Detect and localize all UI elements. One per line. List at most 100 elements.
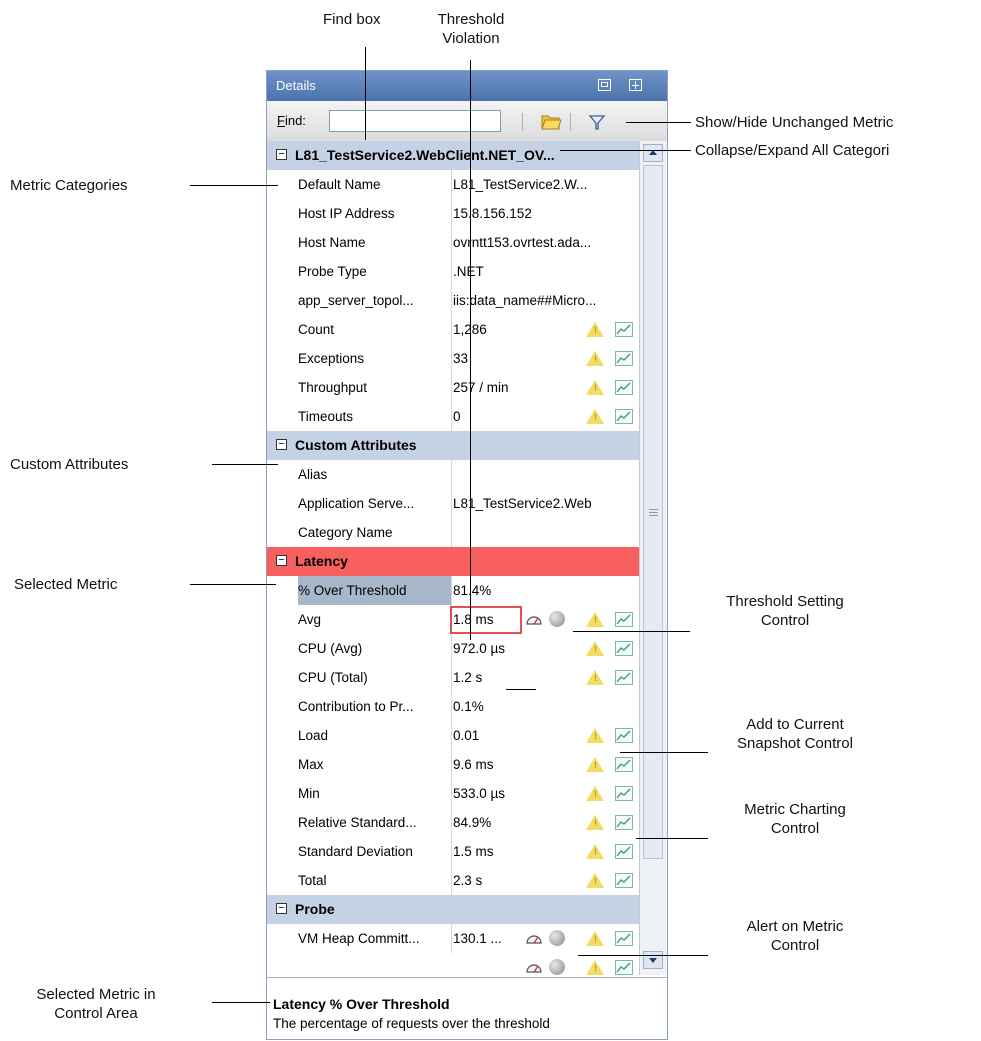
category-header[interactable]: − Probe: [267, 895, 639, 924]
pin-icon[interactable]: [629, 79, 642, 91]
metric-chart-icon[interactable]: [615, 873, 633, 888]
collapse-toggle-icon[interactable]: −: [276, 149, 287, 160]
metric-chart-icon[interactable]: [615, 380, 633, 395]
metric-row[interactable]: Probe Type .NET: [267, 257, 639, 286]
add-to-snapshot-icon[interactable]: !: [586, 380, 604, 395]
metric-row[interactable]: Standard Deviation 1.5 ms!: [267, 837, 639, 866]
collapse-toggle-icon[interactable]: −: [276, 439, 287, 450]
metric-row[interactable]: Category Name: [267, 518, 639, 547]
metric-value: 15.8.156.152: [453, 206, 532, 221]
vertical-scrollbar[interactable]: [639, 141, 667, 975]
metric-row[interactable]: Timeouts 0!: [267, 402, 639, 431]
add-to-snapshot-icon[interactable]: !: [586, 844, 604, 859]
callout-line: [212, 1002, 270, 1003]
metric-chart-icon[interactable]: [615, 641, 633, 656]
alert-on-metric-icon[interactable]: [549, 930, 565, 946]
add-to-snapshot-icon[interactable]: !: [586, 612, 604, 627]
metric-chart-icon[interactable]: [615, 960, 633, 975]
scroll-thumb[interactable]: [643, 165, 663, 859]
column-divider: [451, 460, 452, 489]
metric-row[interactable]: Avg 1.8 ms!: [267, 605, 639, 634]
metric-row[interactable]: Load 0.01!: [267, 721, 639, 750]
threshold-setting-icon[interactable]: [525, 932, 543, 944]
column-divider: [451, 837, 452, 866]
metric-row[interactable]: Host Name ovrntt153.ovrtest.ada...: [267, 228, 639, 257]
scroll-down-button[interactable]: [643, 951, 663, 969]
add-to-snapshot-icon[interactable]: !: [586, 786, 604, 801]
category-header[interactable]: − Custom Attributes: [267, 431, 639, 460]
category-header[interactable]: − Latency: [267, 547, 639, 576]
metric-row[interactable]: Application Serve... L81_TestService2.Web: [267, 489, 639, 518]
collapse-expand-all-icon[interactable]: [540, 111, 562, 131]
metric-row[interactable]: Contribution to Pr... 0.1%: [267, 692, 639, 721]
category-header[interactable]: − L81_TestService2.WebClient.NET_OV...: [267, 141, 639, 170]
metric-chart-icon[interactable]: [615, 786, 633, 801]
find-input[interactable]: [329, 110, 501, 132]
maximize-icon[interactable]: [598, 79, 611, 91]
metric-row[interactable]: % Over Threshold 81.4%: [267, 576, 639, 605]
metric-row[interactable]: CPU (Total) 1.2 s!: [267, 663, 639, 692]
scroll-up-button[interactable]: [643, 144, 663, 162]
add-to-snapshot-icon[interactable]: !: [586, 409, 604, 424]
collapse-toggle-icon[interactable]: −: [276, 903, 287, 914]
metric-name: Probe Type: [298, 264, 367, 279]
metric-row[interactable]: Count 1,286!: [267, 315, 639, 344]
metric-chart-icon[interactable]: [615, 351, 633, 366]
metric-row[interactable]: Total 2.3 s!: [267, 866, 639, 895]
metric-row[interactable]: Relative Standard... 84.9%!: [267, 808, 639, 837]
metric-name: Host Name: [298, 235, 366, 250]
filter-icon[interactable]: [588, 113, 606, 131]
column-divider: [451, 779, 452, 808]
metric-name: Throughput: [298, 380, 368, 395]
add-to-snapshot-icon[interactable]: !: [586, 960, 604, 975]
add-to-snapshot-icon[interactable]: !: [586, 873, 604, 888]
collapse-toggle-icon[interactable]: −: [276, 555, 287, 566]
add-to-snapshot-icon[interactable]: !: [586, 351, 604, 366]
metric-row[interactable]: Exceptions 33!: [267, 344, 639, 373]
metric-row[interactable]: Default Name L81_TestService2.W...: [267, 170, 639, 199]
metric-name: Max: [298, 757, 324, 772]
metric-chart-icon[interactable]: [615, 612, 633, 627]
add-to-snapshot-icon[interactable]: !: [586, 815, 604, 830]
callout-line: [190, 584, 276, 585]
metric-chart-icon[interactable]: [615, 757, 633, 772]
add-to-snapshot-icon[interactable]: !: [586, 728, 604, 743]
metric-row[interactable]: !: [267, 953, 639, 975]
metric-value: 2.3 s: [453, 873, 483, 888]
metric-chart-icon[interactable]: [615, 670, 633, 685]
metric-name: Exceptions: [298, 351, 365, 366]
metric-row[interactable]: Host IP Address 15.8.156.152: [267, 199, 639, 228]
metric-row[interactable]: CPU (Avg) 972.0 µs!: [267, 634, 639, 663]
add-to-snapshot-icon[interactable]: !: [586, 931, 604, 946]
column-divider: [451, 315, 452, 344]
metric-chart-icon[interactable]: [615, 728, 633, 743]
toolbar-separator: [570, 113, 571, 131]
metric-value: .NET: [453, 264, 484, 279]
callout-line: [620, 752, 708, 753]
metric-row[interactable]: Min 533.0 µs!: [267, 779, 639, 808]
metric-row[interactable]: app_server_topol... iis:data_name##Micro.…: [267, 286, 639, 315]
metric-row[interactable]: VM Heap Committ... 130.1 ...!: [267, 924, 639, 953]
add-to-snapshot-icon[interactable]: !: [586, 670, 604, 685]
metric-row[interactable]: Max 9.6 ms!: [267, 750, 639, 779]
metric-chart-icon[interactable]: [615, 931, 633, 946]
alert-on-metric-icon[interactable]: [549, 959, 565, 975]
threshold-setting-icon[interactable]: [525, 961, 543, 973]
metric-value: 257 / min: [453, 380, 509, 395]
metric-row[interactable]: Throughput 257 / min!: [267, 373, 639, 402]
metric-chart-icon[interactable]: [615, 844, 633, 859]
metric-name: app_server_topol...: [298, 293, 414, 308]
metric-value: 972.0 µs: [453, 641, 506, 656]
metric-chart-icon[interactable]: [615, 815, 633, 830]
metric-chart-icon[interactable]: [615, 409, 633, 424]
column-divider: [451, 576, 452, 605]
add-to-snapshot-icon[interactable]: !: [586, 322, 604, 337]
metric-value: ovrntt153.ovrtest.ada...: [453, 235, 592, 250]
metric-chart-icon[interactable]: [615, 322, 633, 337]
metric-row[interactable]: Alias: [267, 460, 639, 489]
add-to-snapshot-icon[interactable]: !: [586, 757, 604, 772]
column-divider: [451, 257, 452, 286]
alert-on-metric-icon[interactable]: [549, 611, 565, 627]
add-to-snapshot-icon[interactable]: !: [586, 641, 604, 656]
threshold-setting-icon[interactable]: [525, 613, 543, 625]
